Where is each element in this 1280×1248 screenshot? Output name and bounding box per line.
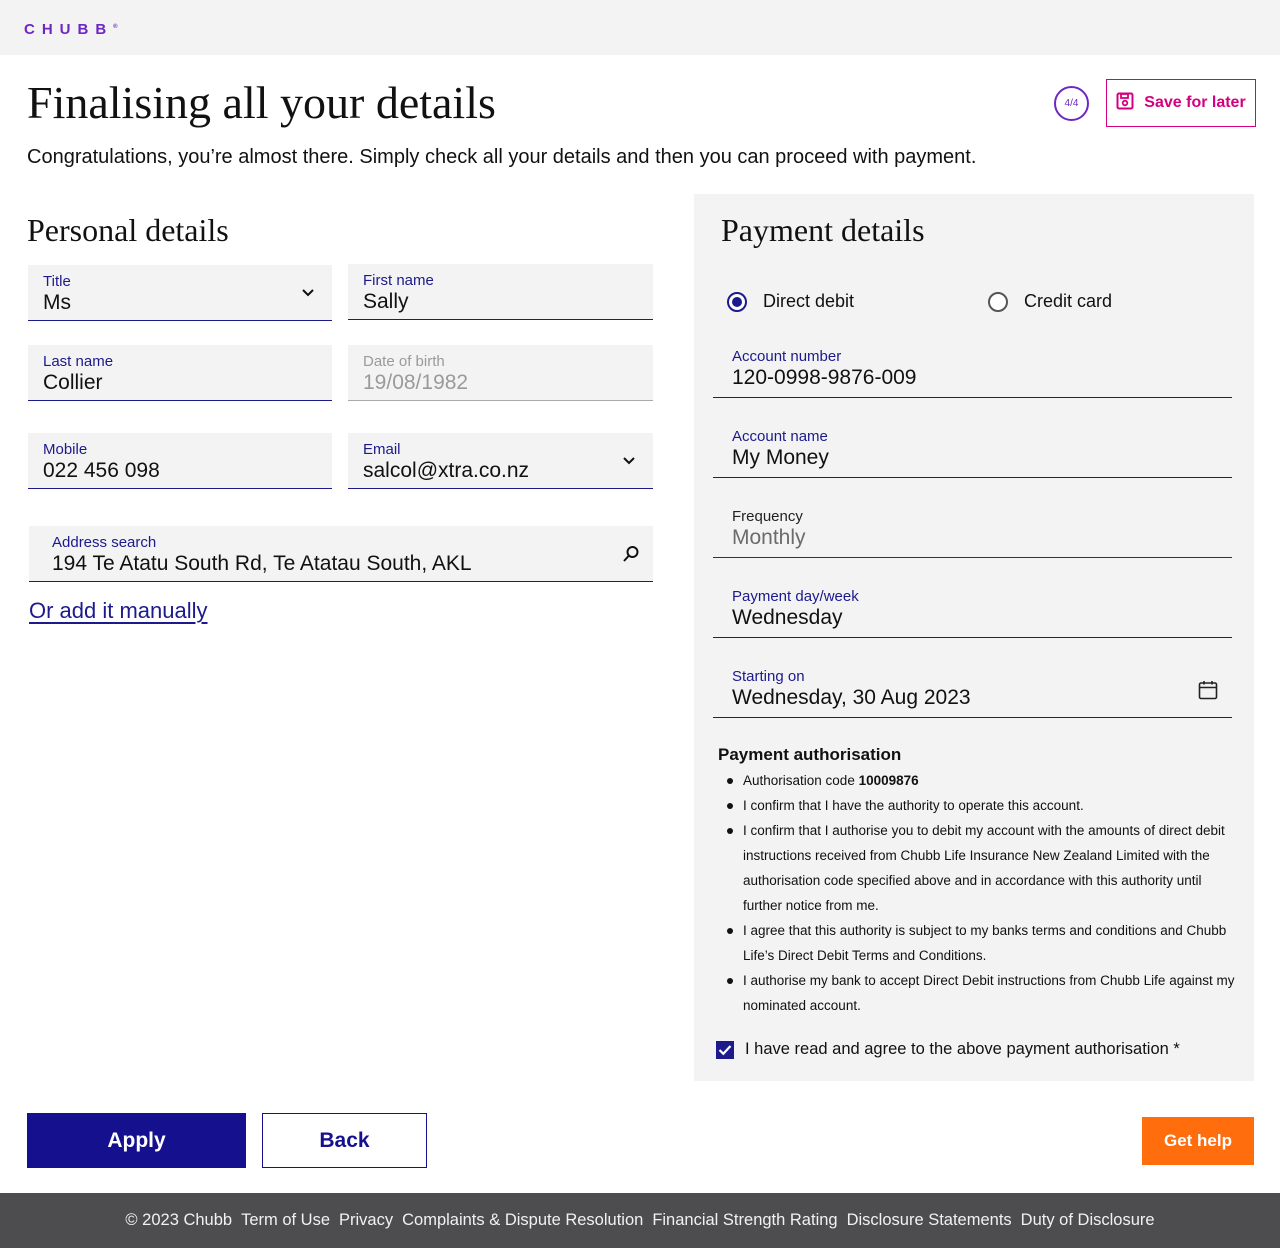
mobile-field[interactable]: Mobile 022 456 098 xyxy=(28,433,332,489)
list-item: I confirm that I authorise you to debit … xyxy=(727,818,1235,918)
account-number-label: Account number xyxy=(732,348,842,365)
footer-link-disclosure-statements[interactable]: Disclosure Statements xyxy=(847,1211,1012,1230)
email-label: Email xyxy=(363,441,401,458)
starting-on-field[interactable]: Starting on Wednesday, 30 Aug 2023 xyxy=(713,662,1232,718)
first-name-field[interactable]: First name Sally xyxy=(348,264,653,320)
chubb-logo[interactable]: CHUBB® xyxy=(24,21,118,38)
personal-details-title: Personal details xyxy=(27,212,229,248)
first-name-label: First name xyxy=(363,272,434,289)
email-value: salcol@xtra.co.nz xyxy=(363,459,530,482)
apply-button[interactable]: Apply xyxy=(27,1113,246,1168)
calendar-icon[interactable] xyxy=(1198,680,1218,700)
save-for-later-label: Save for later xyxy=(1144,94,1246,111)
logo-text: CHUBB xyxy=(24,21,114,38)
direct-debit-label: Direct debit xyxy=(763,291,855,311)
footer-link-privacy[interactable]: Privacy xyxy=(339,1211,393,1230)
payment-details-title: Payment details xyxy=(721,212,925,248)
radio-selected-icon xyxy=(727,291,747,312)
footer: © 2023 Chubb Term of Use Privacy Complai… xyxy=(0,1193,1280,1248)
date-of-birth-value: 19/08/1982 xyxy=(363,371,469,394)
radio-direct-debit[interactable]: Direct debit xyxy=(727,291,854,312)
save-for-later-button[interactable]: Save for later xyxy=(1106,79,1256,127)
top-bar: CHUBB® xyxy=(0,0,1280,55)
floppy-disk-icon xyxy=(1116,92,1134,115)
back-button[interactable]: Back xyxy=(262,1113,427,1168)
address-search-label: Address search xyxy=(52,534,157,551)
list-item: I authorise my bank to accept Direct Deb… xyxy=(727,968,1235,1018)
authorisation-code-prefix: Authorisation code xyxy=(743,773,859,788)
frequency-value: Monthly xyxy=(732,526,806,549)
title-label: Title xyxy=(43,273,71,290)
payment-day-label: Payment day/week xyxy=(732,588,859,605)
account-name-label: Account name xyxy=(732,428,828,445)
list-item: I agree that this authority is subject t… xyxy=(727,918,1235,968)
list-item: I confirm that I have the authority to o… xyxy=(727,793,1235,818)
date-of-birth-field: Date of birth 19/08/1982 xyxy=(348,345,653,401)
mobile-label: Mobile xyxy=(43,441,88,458)
authorisation-code-item: Authorisation code 10009876 xyxy=(727,768,1235,793)
first-name-value: Sally xyxy=(363,290,409,313)
footer-link-duty-of-disclosure[interactable]: Duty of Disclosure xyxy=(1021,1211,1155,1230)
add-address-manually-link[interactable]: Or add it manually xyxy=(29,598,208,624)
credit-card-label: Credit card xyxy=(1024,291,1113,311)
copyright-text: © 2023 Chubb xyxy=(125,1211,233,1229)
agree-label: I have read and agree to the above payme… xyxy=(745,1040,1180,1058)
footer-link-financial-strength[interactable]: Financial Strength Rating xyxy=(652,1211,837,1230)
email-select[interactable]: Email salcol@xtra.co.nz xyxy=(348,433,653,489)
account-number-field[interactable]: Account number 120-0998-9876-009 xyxy=(713,342,1232,398)
last-name-field[interactable]: Last name Collier xyxy=(28,345,332,401)
payment-day-field[interactable]: Payment day/week Wednesday xyxy=(713,582,1232,638)
progress-badge: 4/4 xyxy=(1054,86,1089,121)
address-search-input[interactable]: Address search 194 Te Atatu South Rd, Te… xyxy=(29,526,653,582)
account-number-value: 120-0998-9876-009 xyxy=(732,366,917,389)
chevron-down-icon xyxy=(619,451,639,471)
checkmark-icon xyxy=(716,1040,734,1059)
title-select[interactable]: Title Ms xyxy=(28,265,332,321)
radio-credit-card[interactable]: Credit card xyxy=(988,291,1112,312)
account-name-value: My Money xyxy=(732,446,829,469)
frequency-field: Frequency Monthly xyxy=(713,502,1232,558)
date-of-birth-label: Date of birth xyxy=(363,353,445,370)
chevron-down-icon xyxy=(298,283,318,303)
frequency-label: Frequency xyxy=(732,508,803,525)
title-value: Ms xyxy=(43,291,71,314)
page-intro: Congratulations, you’re almost there. Si… xyxy=(27,146,977,168)
starting-on-value: Wednesday, 30 Aug 2023 xyxy=(732,686,971,709)
get-help-button[interactable]: Get help xyxy=(1142,1117,1254,1165)
mobile-value: 022 456 098 xyxy=(43,459,160,482)
search-icon[interactable] xyxy=(621,544,641,564)
page-title: Finalising all your details xyxy=(27,77,496,128)
address-search-value: 194 Te Atatu South Rd, Te Atatau South, … xyxy=(52,552,472,575)
payment-authorisation-title: Payment authorisation xyxy=(718,745,902,764)
authorisation-code: 10009876 xyxy=(858,773,919,788)
footer-link-complaints[interactable]: Complaints & Dispute Resolution xyxy=(402,1211,643,1230)
authorisation-list: Authorisation code 10009876 I confirm th… xyxy=(727,768,1235,1018)
last-name-label: Last name xyxy=(43,353,114,370)
radio-unselected-icon xyxy=(988,291,1008,312)
last-name-value: Collier xyxy=(43,371,103,394)
agree-authorisation-checkbox[interactable]: I have read and agree to the above payme… xyxy=(716,1040,1180,1059)
account-name-field[interactable]: Account name My Money xyxy=(713,422,1232,478)
logo-mark: ® xyxy=(113,24,118,30)
footer-link-terms[interactable]: Term of Use xyxy=(241,1211,330,1230)
payment-day-value: Wednesday xyxy=(732,606,843,629)
starting-on-label: Starting on xyxy=(732,668,805,685)
